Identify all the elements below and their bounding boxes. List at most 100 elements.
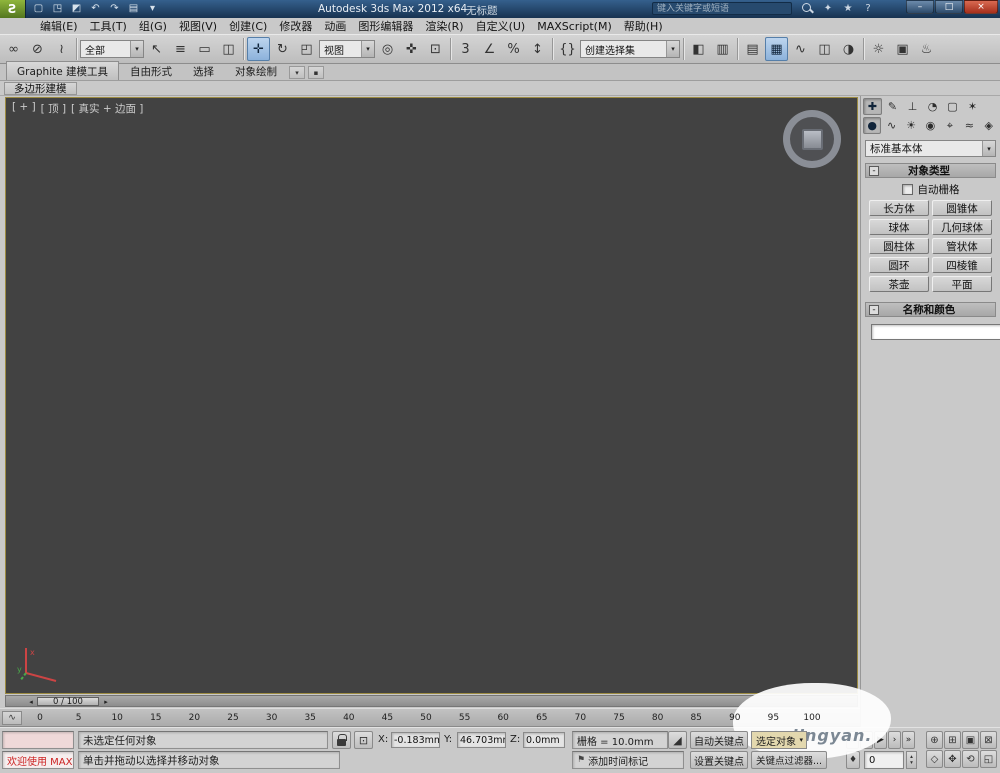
ribbon-config-dropdown-icon[interactable]: ▾ [289,66,306,79]
polygon-modeling-panel-button[interactable]: 多边形建模 [4,81,77,95]
align-icon[interactable]: ▥ [711,37,734,61]
curve-editor-icon[interactable]: ∿ [789,37,812,61]
category-cameras[interactable]: ◉ [921,117,939,134]
name-color-rollout-header[interactable]: - 名称和颜色 [865,302,996,317]
undo-icon[interactable]: ↶ [87,1,104,16]
render-production-icon[interactable]: ♨ [915,37,938,61]
menu-item-1[interactable]: 编辑(E) [34,17,84,35]
menu-item-6[interactable]: 修改器 [273,17,318,35]
menu-item-9[interactable]: 渲染(R) [419,17,469,35]
key-filters-button[interactable]: 关键点过滤器... [751,751,827,769]
ribbon-tab-1[interactable]: Graphite 建模工具 [6,61,120,80]
rendered-frame-window-icon[interactable]: ▣ [891,37,914,61]
x-coordinate-field[interactable]: -0.183mm [391,732,440,748]
material-editor-icon[interactable]: ◑ [837,37,860,61]
select-by-name-icon[interactable]: ≡ [169,37,192,61]
object-type-button-8[interactable]: 四棱锥 [932,257,992,273]
ribbon-tab-2[interactable]: 自由形式 [120,62,182,80]
absolute-mode-toggle[interactable]: ⊡ [354,731,373,749]
next-frame-button[interactable]: › [888,731,901,749]
category-space-warps[interactable]: ≈ [960,117,978,134]
menu-item-3[interactable]: 组(G) [133,17,173,35]
object-name-input[interactable] [871,324,1000,340]
zoom-extents-all-button[interactable]: ⊠ [980,731,997,749]
maxscript-mini-listener[interactable]: 欢迎使用 MAXScript [2,751,74,769]
default-in-out-tangents-button[interactable]: ◢ [668,731,687,749]
menu-item-8[interactable]: 图形编辑器 [352,17,419,35]
layer-manager-icon[interactable]: ▤ [741,37,764,61]
reference-coordinate-system-dropdown[interactable]: 视图 ▾ [319,40,375,58]
command-tab-hierarchy[interactable]: ⊥ [903,98,922,115]
graphite-modeling-ribbon-toggle-icon[interactable]: ▦ [765,37,788,61]
bind-to-space-warp-icon[interactable]: ≀ [50,37,73,61]
close-button[interactable]: × [964,0,998,14]
zoom-all-button[interactable]: ⊞ [944,731,961,749]
save-file-icon[interactable]: ◩ [68,1,85,16]
menu-item-5[interactable]: 创建(C) [223,17,273,35]
minimize-button[interactable]: – [906,0,934,14]
ribbon-tab-4[interactable]: 对象绘制 [225,62,287,80]
schematic-view-icon[interactable]: ◫ [813,37,836,61]
maximize-viewport-toggle-button[interactable]: ◱ [980,750,997,768]
object-type-button-9[interactable]: 茶壶 [869,276,929,292]
menu-item-12[interactable]: 帮助(H) [618,17,669,35]
object-type-button-4[interactable]: 几何球体 [932,219,992,235]
ribbon-display-toggle-icon[interactable]: ▪ [308,66,325,79]
render-setup-icon[interactable]: ☼ [867,37,890,61]
y-coordinate-field[interactable]: 46.703mm [457,732,506,748]
object-type-button-10[interactable]: 平面 [932,276,992,292]
macro-recorder-pane[interactable] [2,731,74,749]
category-systems[interactable]: ◈ [980,117,998,134]
add-time-tag-button[interactable]: ⚑ 添加时间标记 [572,751,684,769]
infocenter-search-input[interactable] [652,2,792,15]
viewcube[interactable] [783,110,841,168]
zoom-extents-button[interactable]: ▣ [962,731,979,749]
autogrid-checkbox[interactable] [901,183,913,195]
favorites-icon[interactable]: ★ [840,1,856,16]
z-coordinate-field[interactable]: 0.0mm [523,732,565,748]
time-slider-next-arrow[interactable]: ▸ [101,697,111,706]
zoom-button[interactable]: ⊕ [926,731,943,749]
mini-curve-editor-button[interactable]: ∿ [2,711,22,725]
object-type-button-3[interactable]: 球体 [869,219,929,235]
use-pivot-point-center-icon[interactable]: ◎ [376,37,399,61]
menu-item-7[interactable]: 动画 [318,17,352,35]
select-object-icon[interactable]: ↖ [145,37,168,61]
field-of-view-button[interactable]: ◇ [926,750,943,768]
selection-filter-dropdown[interactable]: 全部 ▾ [80,40,144,58]
object-type-button-2[interactable]: 圆锥体 [932,200,992,216]
select-and-link-icon[interactable]: ∞ [2,37,25,61]
viewcube-top-face[interactable] [801,128,823,150]
current-frame-field[interactable]: 0 [864,751,904,769]
time-slider-previous-arrow[interactable]: ◂ [26,697,36,706]
project-folder-icon[interactable]: ▤ [125,1,142,16]
unlink-selection-icon[interactable]: ⊘ [26,37,49,61]
object-type-button-5[interactable]: 圆柱体 [869,238,929,254]
go-to-end-button[interactable]: » [902,731,915,749]
category-shapes[interactable]: ∿ [882,117,900,134]
auto-key-button[interactable]: 自动关键点 [690,731,748,749]
qat-menu-icon[interactable]: ▾ [144,1,161,16]
application-menu-button[interactable]: Ƨ [0,0,26,18]
select-and-rotate-icon[interactable]: ↻ [271,37,294,61]
communication-center-icon[interactable]: ✦ [820,1,836,16]
orbit-button[interactable]: ⟲ [962,750,979,768]
viewport-label-segment-1[interactable]: [ + ] [12,101,36,116]
pan-view-button[interactable]: ✥ [944,750,961,768]
time-slider-handle[interactable]: 0 / 100 [37,697,99,707]
command-tab-display[interactable]: ▢ [943,98,962,115]
named-selection-sets-dropdown[interactable]: 创建选择集 ▾ [580,40,680,58]
help-icon[interactable]: ? [860,1,876,16]
menu-item-11[interactable]: MAXScript(M) [531,19,618,34]
keyboard-shortcut-override-icon[interactable]: ⊡ [424,37,447,61]
category-geometry[interactable]: ● [863,117,882,134]
viewport-label-segment-3[interactable]: [ 真实 + 边面 ] [71,101,143,116]
ribbon-tab-3[interactable]: 选择 [183,62,224,80]
menu-item-4[interactable]: 视图(V) [173,17,223,35]
selection-lock-toggle[interactable] [332,731,351,749]
object-type-button-6[interactable]: 管状体 [932,238,992,254]
object-type-button-1[interactable]: 长方体 [869,200,929,216]
percent-snap-toggle-icon[interactable]: % [502,37,525,61]
key-mode-selected-dropdown[interactable]: 选定对象 ▾ [751,731,807,749]
category-helpers[interactable]: ⌖ [941,117,959,134]
